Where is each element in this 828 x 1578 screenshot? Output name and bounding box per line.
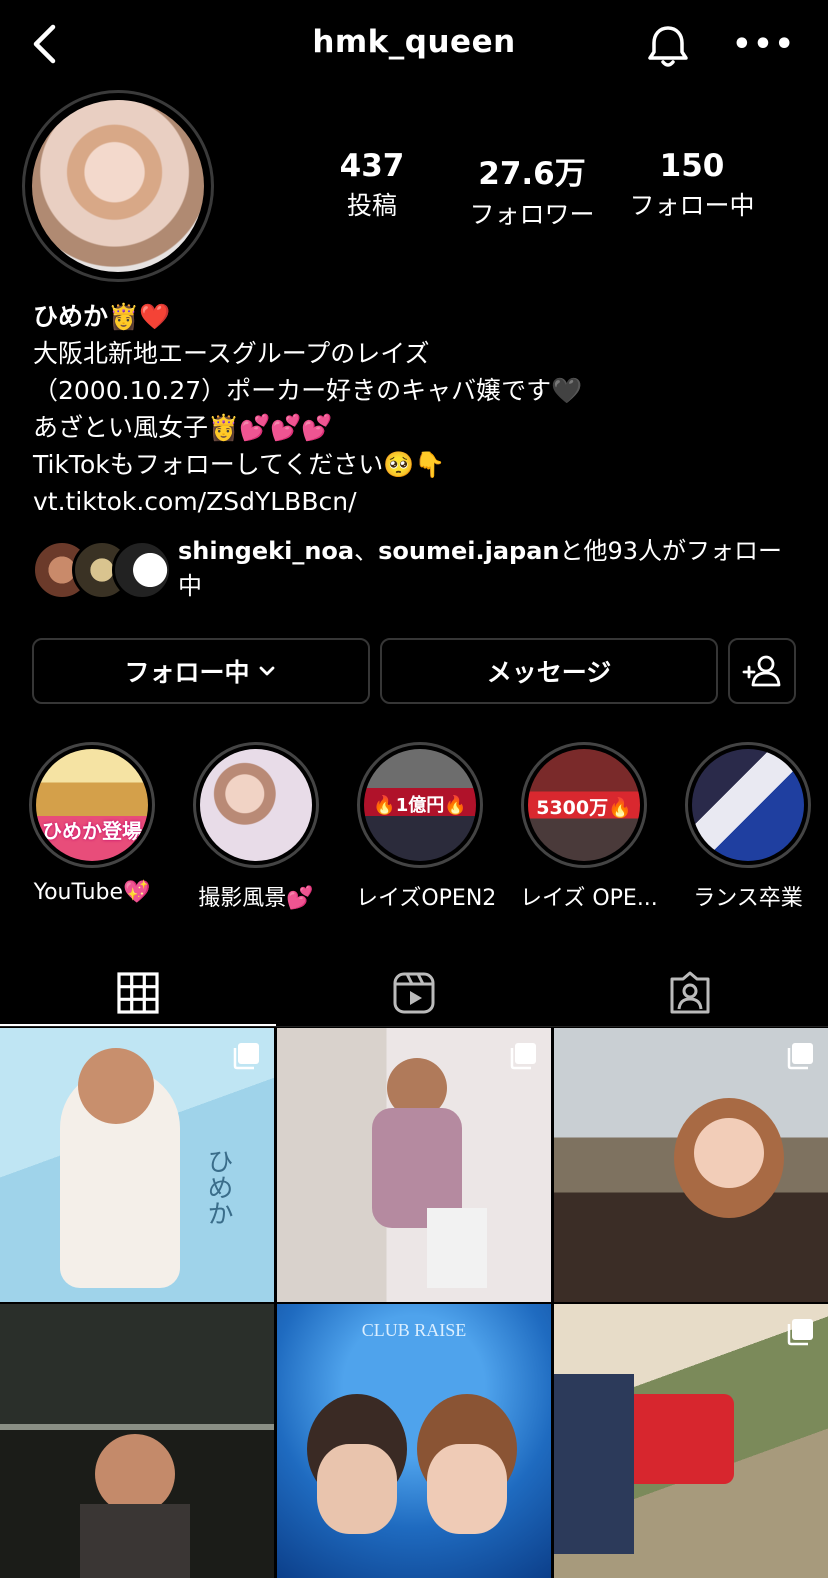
display-name: ひめか👸❤️ <box>33 302 171 331</box>
highlight-shooting[interactable]: 撮影風景💕 <box>192 742 320 912</box>
avatar <box>112 540 172 600</box>
highlight-cover-text: ひめか登場 <box>42 819 142 843</box>
posts-count: 437 投稿 <box>339 148 405 220</box>
bio-line: （2000.10.27）ポーカー好きのキャバ嬢です🖤 <box>33 376 583 405</box>
post-thumbnail[interactable] <box>554 1304 828 1578</box>
suggest-users-button[interactable] <box>728 638 796 704</box>
followers-count[interactable]: 27.6万 フォロワー <box>442 148 622 231</box>
followed-by-avatars[interactable] <box>32 540 172 600</box>
multiple-photos-icon <box>787 1319 813 1346</box>
highlight-cover-text: 🔥1億円🔥 <box>373 795 467 816</box>
tab-grid[interactable] <box>0 958 276 1028</box>
post-thumbnail[interactable] <box>554 1028 828 1302</box>
avatar <box>32 100 204 272</box>
more-options-button[interactable]: ••• <box>732 24 794 64</box>
active-tab-indicator <box>0 1024 276 1026</box>
chevron-down-icon <box>259 666 274 676</box>
highlight-cover-text: 5300万🔥 <box>536 797 632 819</box>
page-title: hmk_queen <box>312 24 516 60</box>
add-person-icon <box>742 655 781 687</box>
bio-line: あざとい風女子👸💕💕💕 <box>33 413 333 442</box>
multiple-photos-icon <box>233 1043 259 1070</box>
tab-tagged[interactable] <box>552 958 828 1028</box>
multiple-photos-icon <box>787 1043 813 1070</box>
profile-avatar-ring[interactable] <box>22 90 214 282</box>
bio-line: TikTokもフォローしてください🥺👇 <box>33 450 446 479</box>
highlight-youtube[interactable]: ひめか登場 YouTube💖 <box>28 742 156 905</box>
post-caption-text: CLUB RAISE <box>361 1320 467 1340</box>
post-thumbnail[interactable] <box>0 1304 274 1578</box>
post-caption-text: ひめか <box>203 1148 233 1226</box>
bell-icon <box>648 26 688 67</box>
highlight-graduation[interactable]: ランス卒業 <box>684 742 812 912</box>
notification-button[interactable] <box>642 20 694 72</box>
multiple-photos-icon <box>510 1043 536 1070</box>
post-thumbnail[interactable] <box>277 1028 551 1302</box>
following-count[interactable]: 150 フォロー中 <box>602 148 782 222</box>
message-button[interactable]: メッセージ <box>380 638 718 704</box>
highlight-raise-open[interactable]: 5300万🔥 レイズ OPE... <box>520 742 658 912</box>
bio-line: 大阪北新地エースグループのレイズ <box>33 339 430 368</box>
reels-icon <box>393 972 435 1014</box>
grid-icon <box>117 972 159 1014</box>
tab-divider <box>0 1026 828 1027</box>
bio: ひめか👸❤️ 大阪北新地エースグループのレイズ （2000.10.27）ポーカー… <box>33 298 793 520</box>
followed-by-text[interactable]: shingeki_noa、soumei.japanと他93人がフォロー中 <box>178 534 798 604</box>
tagged-person-icon <box>670 971 710 1014</box>
bio-link[interactable]: vt.tiktok.com/ZSdYLBBcn/ <box>33 483 793 520</box>
tab-reels[interactable] <box>276 958 552 1028</box>
following-button[interactable]: フォロー中 <box>32 638 370 704</box>
post-thumbnail[interactable]: CLUB RAISE <box>277 1304 551 1578</box>
post-thumbnail[interactable]: ひめか <box>0 1028 274 1302</box>
highlight-raise-open2[interactable]: 🔥1億円🔥 レイズOPEN2 <box>356 742 496 912</box>
